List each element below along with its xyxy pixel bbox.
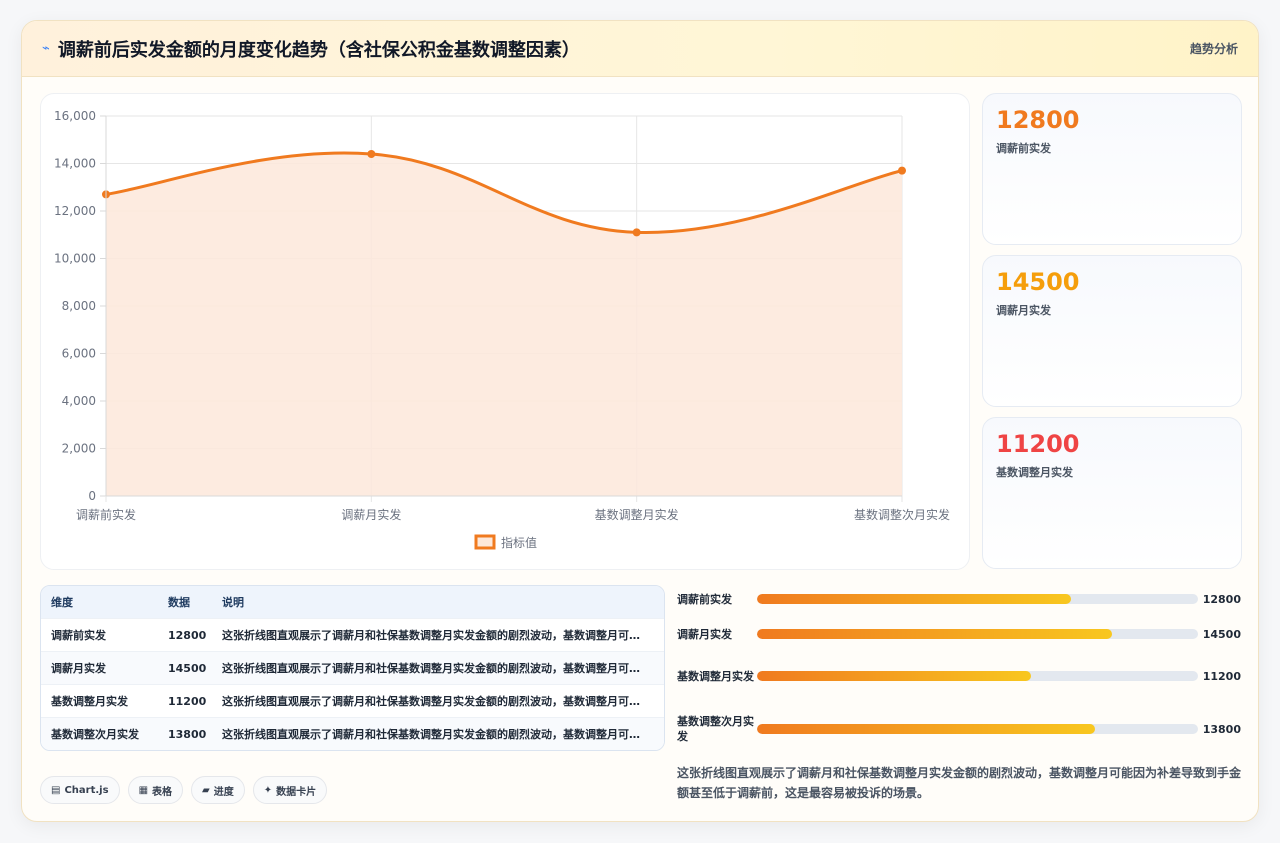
stat-label: 调薪月实发 <box>996 304 1051 317</box>
table-row: 调薪月实发 14500 这张折线图直观展示了调薪月和社保基数调整月实发金额的剧烈… <box>41 651 664 684</box>
data-point <box>898 166 906 175</box>
progress-track <box>757 724 1198 734</box>
y-tick-label: 0 <box>88 489 96 503</box>
y-tick-label: 10,000 <box>54 252 96 266</box>
area-fill <box>106 153 902 496</box>
progress-value: 11200 <box>1202 669 1241 683</box>
x-tick-label: 基数调整月实发 <box>595 507 679 522</box>
progress-value: 13800 <box>1202 722 1241 736</box>
progress-label: 调薪前实发 <box>677 592 732 606</box>
table-row: 基数调整次月实发 13800 这张折线图直观展示了调薪月和社保基数调整月实发金额… <box>41 717 664 750</box>
dashboard-card: ⌁ 调薪前后实发金额的月度变化趋势（含社保公积金基数调整因素） 趋势分析 0 2,… <box>21 20 1259 822</box>
chip-label: 进度 <box>213 786 234 798</box>
header-note: 说明 <box>222 596 244 609</box>
data-table: 维度 数据 说明 调薪前实发 12800 这张折线图直观展示了调薪月和社保基数调… <box>40 585 665 751</box>
table-row: 调薪前实发 12800 这张折线图直观展示了调薪月和社保基数调整月实发金额的剧烈… <box>41 618 664 651</box>
stat-card-2: 14500 调薪月实发 <box>982 255 1242 407</box>
y-tick-label: 14,000 <box>54 157 96 171</box>
cell-value: 13800 <box>168 727 207 741</box>
y-tick-label: 12,000 <box>54 204 96 218</box>
legend-swatch <box>474 534 496 550</box>
chip-label: Chart.js <box>64 784 109 796</box>
progress-fill <box>757 724 1096 734</box>
cell-dimension: 基数调整月实发 <box>51 695 128 708</box>
header-value: 数据 <box>168 596 190 609</box>
feature-chips: ▤ Chart.js ▦ 表格 ▰ 进度 ✦ 数据卡片 <box>40 776 328 804</box>
chart-icon: ▤ <box>51 784 61 796</box>
progress-row: 基数调整月实发 11200 <box>677 661 1241 691</box>
table-row: 基数调整月实发 11200 这张折线图直观展示了调薪月和社保基数调整月实发金额的… <box>41 684 664 717</box>
cell-dimension: 基数调整次月实发 <box>51 728 139 741</box>
progress-fill <box>757 629 1113 639</box>
progress-row: 调薪前实发 12800 <box>677 591 1241 607</box>
cell-dimension: 调薪月实发 <box>51 662 106 675</box>
x-tick-label: 调薪月实发 <box>341 507 401 522</box>
title-wrap: ⌁ 调薪前后实发金额的月度变化趋势（含社保公积金基数调整因素） <box>42 36 580 62</box>
chip-chartjs[interactable]: ▤ Chart.js <box>40 776 120 804</box>
cell-note: 这张折线图直观展示了调薪月和社保基数调整月实发金额的剧烈波动，基数调整月可能因为… <box>222 662 664 675</box>
stat-value: 12800 <box>996 106 1080 134</box>
y-tick-label: 16,000 <box>54 109 96 123</box>
stat-label: 调薪前实发 <box>996 142 1051 155</box>
stat-card-3: 11200 基数调整月实发 <box>982 417 1242 569</box>
progress-row: 调薪月实发 14500 <box>677 626 1241 642</box>
progress-track <box>757 594 1198 604</box>
progress-icon: ▰ <box>202 784 210 796</box>
header-dimension: 维度 <box>51 596 73 609</box>
chip-label: 表格 <box>152 786 173 798</box>
progress-label: 基数调整月实发 <box>677 669 754 683</box>
sparkle-icon: ✦ <box>263 784 273 796</box>
x-tick-label: 基数调整次月实发 <box>854 507 950 522</box>
progress-fill <box>757 671 1032 681</box>
progress-row: 基数调整次月实发 13800 <box>677 714 1241 744</box>
legend-label: 指标值 <box>501 535 537 550</box>
table-icon: ▦ <box>138 784 149 796</box>
trend-icon: ⌁ <box>42 41 50 56</box>
y-tick-label: 8,000 <box>62 299 96 313</box>
cell-note: 这张折线图直观展示了调薪月和社保基数调整月实发金额的剧烈波动，基数调整月可能因为… <box>222 695 664 708</box>
cell-value: 11200 <box>168 694 207 708</box>
stat-label: 基数调整月实发 <box>996 466 1073 479</box>
chip-data-cards[interactable]: ✦ 数据卡片 <box>252 776 328 804</box>
chart-description: 这张折线图直观展示了调薪月和社保基数调整月实发金额的剧烈波动，基数调整月可能因为… <box>677 766 1242 800</box>
stat-value: 14500 <box>996 268 1080 296</box>
progress-value: 14500 <box>1202 627 1241 641</box>
cell-note: 这张折线图直观展示了调薪月和社保基数调整月实发金额的剧烈波动，基数调整月可能因为… <box>222 728 664 741</box>
data-point <box>367 150 376 158</box>
progress-fill <box>757 594 1071 604</box>
table-header-row: 维度 数据 说明 <box>41 586 664 618</box>
chip-table[interactable]: ▦ 表格 <box>127 776 184 804</box>
card-header: ⌁ 调薪前后实发金额的月度变化趋势（含社保公积金基数调整因素） 趋势分析 <box>22 21 1258 77</box>
stat-card-1: 12800 调薪前实发 <box>982 93 1242 245</box>
progress-track <box>757 629 1198 639</box>
chip-progress[interactable]: ▰ 进度 <box>191 776 245 804</box>
cell-value: 14500 <box>168 661 207 675</box>
line-chart-panel: 0 2,000 4,000 6,000 8,000 10,000 12,000 14,000 1… <box>40 93 970 570</box>
progress-value: 12800 <box>1202 592 1241 606</box>
stat-value: 11200 <box>996 430 1080 458</box>
cell-note: 这张折线图直观展示了调薪月和社保基数调整月实发金额的剧烈波动，基数调整月可能因为… <box>222 629 664 642</box>
page-title: 调薪前后实发金额的月度变化趋势（含社保公积金基数调整因素） <box>57 39 580 61</box>
x-tick-label: 调薪前实发 <box>76 507 136 522</box>
progress-label: 调薪月实发 <box>677 627 732 641</box>
chip-label: 数据卡片 <box>276 786 317 798</box>
data-point <box>632 228 641 237</box>
y-tick-label: 2,000 <box>62 442 96 456</box>
y-tick-label: 4,000 <box>62 394 96 408</box>
cell-value: 12800 <box>168 628 207 642</box>
trend-analysis-tag: 趋势分析 <box>1189 42 1238 56</box>
progress-label: 基数调整次月实发 <box>677 715 754 743</box>
line-chart: 0 2,000 4,000 6,000 8,000 10,000 12,000 14,000 1… <box>54 109 950 550</box>
cell-dimension: 调薪前实发 <box>51 629 106 642</box>
progress-track <box>757 671 1198 681</box>
y-tick-label: 6,000 <box>62 347 96 361</box>
